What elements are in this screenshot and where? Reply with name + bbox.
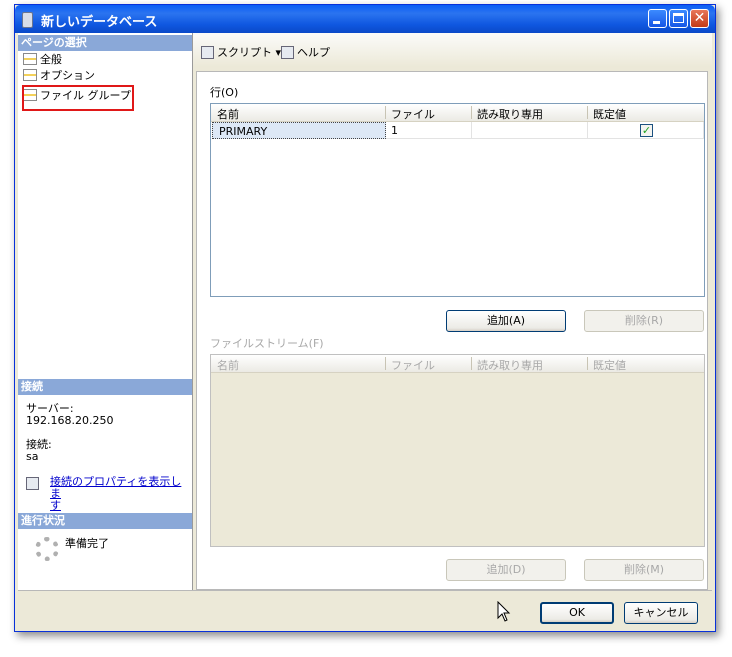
script-label: スクリプト (217, 46, 272, 59)
title-bar[interactable]: 新しいデータベース ✕ (15, 5, 715, 33)
close-icon: ✕ (693, 10, 706, 26)
column-header-name[interactable]: 名前 (217, 357, 239, 373)
link-line-2: す (50, 499, 61, 512)
filestream-grid-header: 名前 ファイル 読み取り専用 既定値 (211, 355, 704, 373)
default-checkbox[interactable]: ✓ (640, 124, 653, 137)
mouse-pointer-icon (497, 601, 511, 622)
left-pane: ページの選択 全般 オプション ファイル グループ 接続 サーバー: 192.1… (18, 33, 193, 590)
help-label: ヘルプ (297, 46, 330, 59)
help-icon (281, 46, 294, 59)
dialog-footer: OK キャンセル (18, 590, 712, 628)
page-icon (23, 53, 37, 65)
connection-properties-icon (26, 477, 39, 490)
minimize-icon (653, 21, 660, 24)
maximize-icon (673, 13, 684, 23)
nav-item-label: オプション (40, 69, 95, 82)
nav-item-label: 全般 (40, 53, 62, 66)
progress-spinner-icon (35, 537, 59, 561)
cell-name[interactable]: PRIMARY (212, 122, 386, 139)
connection-properties-link[interactable]: 接続のプロパティを表示します (50, 476, 186, 512)
nav-item-general[interactable]: 全般 (23, 52, 62, 67)
toolbar: スクリプト ▾ ヘルプ (193, 33, 712, 67)
database-icon (22, 12, 33, 28)
nav-item-options[interactable]: オプション (23, 68, 95, 83)
maximize-button[interactable] (669, 9, 688, 28)
rows-add-button[interactable]: 追加(A) (446, 310, 566, 332)
rows-grid[interactable]: 名前 ファイル 読み取り専用 既定値 PRIMARY 1 ✓ (210, 103, 705, 297)
filestream-delete-button[interactable]: 削除(M) (584, 559, 704, 581)
minimize-button[interactable] (648, 9, 667, 28)
rows-delete-button[interactable]: 削除(R) (584, 310, 704, 332)
link-line-1: 接続のプロパティを表示しま (50, 475, 182, 500)
column-header-default[interactable]: 既定値 (593, 357, 626, 373)
progress-status: 準備完了 (65, 537, 109, 550)
rows-grid-header: 名前 ファイル 読み取り専用 既定値 (211, 104, 704, 122)
filestream-add-button[interactable]: 追加(D) (446, 559, 566, 581)
ok-button[interactable]: OK (540, 602, 614, 624)
filestream-label: ファイルストリーム(F) (210, 337, 324, 350)
rows-label: 行(O) (210, 86, 239, 99)
page-icon (23, 69, 37, 81)
cell-readonly[interactable] (472, 122, 588, 139)
column-header-default[interactable]: 既定値 (593, 106, 626, 122)
dialog-body: ページの選択 全般 オプション ファイル グループ 接続 サーバー: 192.1… (18, 33, 712, 628)
page-select-header: ページの選択 (18, 35, 192, 51)
server-value: 192.168.20.250 (26, 414, 114, 427)
column-header-readonly[interactable]: 読み取り専用 (477, 106, 543, 122)
button-label: 追加(D) (486, 563, 526, 576)
cancel-button[interactable]: キャンセル (624, 602, 698, 624)
script-icon (201, 46, 214, 59)
connection-header: 接続 (18, 379, 192, 395)
connection-value: sa (26, 450, 39, 463)
button-label: 追加(A) (486, 314, 526, 327)
column-header-name[interactable]: 名前 (217, 106, 239, 122)
help-button[interactable]: ヘルプ (281, 44, 330, 60)
close-button[interactable]: ✕ (690, 9, 709, 28)
cell-files[interactable]: 1 (386, 122, 472, 139)
window-title: 新しいデータベース (41, 15, 158, 30)
progress-header: 進行状況 (18, 513, 192, 529)
column-header-readonly[interactable]: 読み取り専用 (477, 357, 543, 373)
cell-default[interactable]: ✓ (588, 122, 704, 139)
button-label: 削除(M) (623, 563, 665, 576)
button-label: 削除(R) (624, 314, 664, 327)
selection-highlight-box (22, 85, 134, 111)
script-button[interactable]: スクリプト ▾ (201, 44, 281, 60)
column-header-files[interactable]: ファイル (391, 106, 435, 122)
filestream-grid[interactable]: 名前 ファイル 読み取り専用 既定値 (210, 354, 705, 547)
new-database-dialog: 新しいデータベース ✕ ページの選択 全般 オプション ファイル グループ 接続… (14, 4, 716, 632)
filegroups-panel: 行(O) 名前 ファイル 読み取り専用 既定値 PRIMARY 1 ✓ 追加(A… (196, 71, 708, 590)
column-header-files[interactable]: ファイル (391, 357, 435, 373)
